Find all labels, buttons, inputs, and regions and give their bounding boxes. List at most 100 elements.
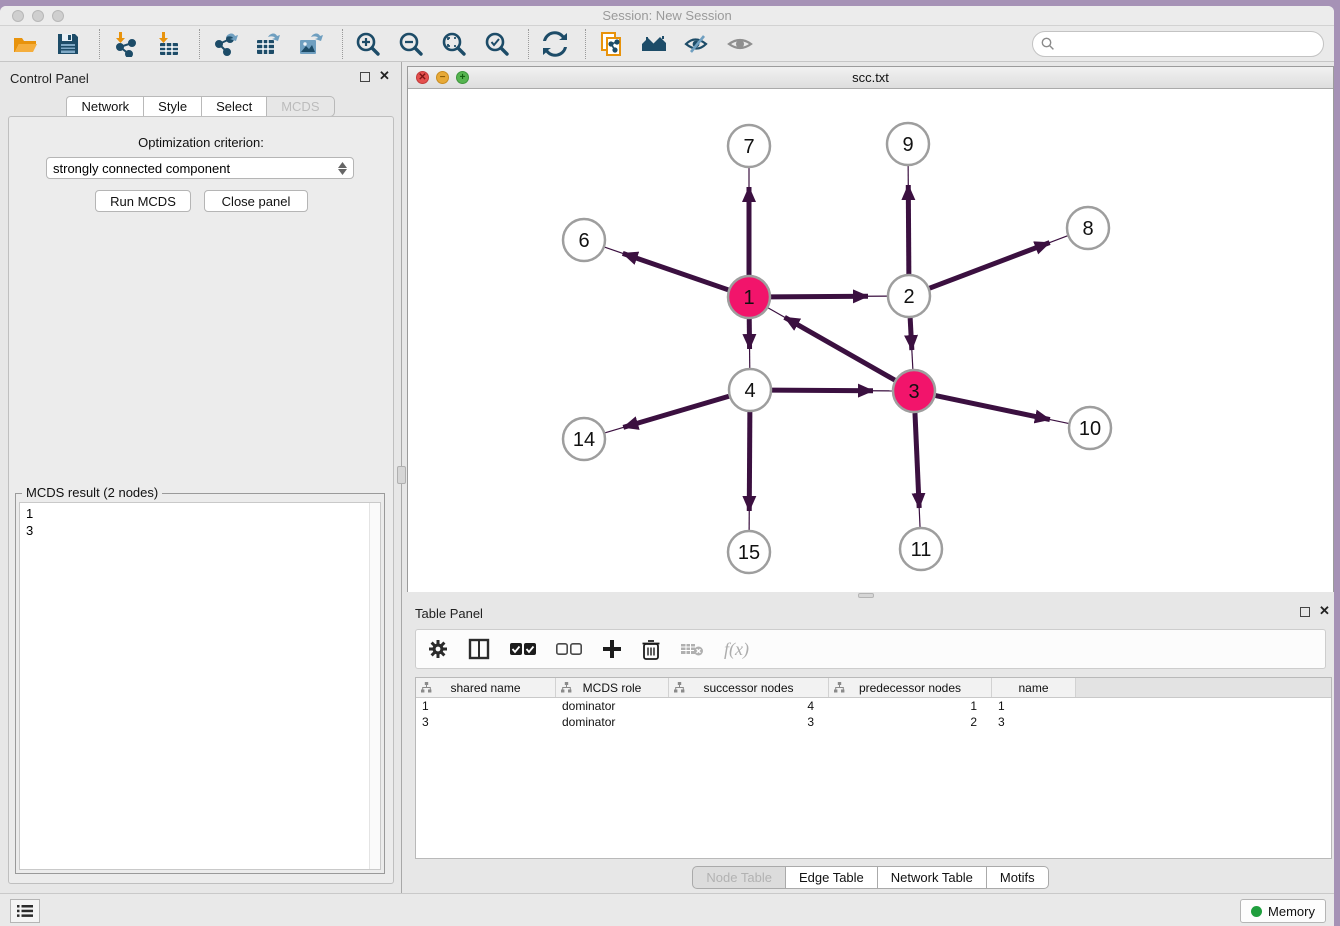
export-network-icon[interactable] [210,29,240,59]
network-canvas[interactable]: 7 9 6 8 1 2 4 3 14 10 15 11 [408,89,1333,592]
import-table-icon[interactable] [153,29,183,59]
cell-predecessor-nodes[interactable]: 1 [829,698,992,714]
column-header-successor-nodes[interactable]: successor nodes [669,678,829,697]
control-panel-title: Control Panel [10,71,89,86]
tab-motifs[interactable]: Motifs [986,866,1049,889]
splitter-grip[interactable] [397,466,406,484]
scrollbar[interactable] [369,503,380,869]
first-neighbors-icon[interactable] [639,29,669,59]
graph-node-9[interactable]: 9 [887,123,929,165]
zoom-selected-icon[interactable] [482,29,512,59]
node-table[interactable]: shared nameMCDS rolesuccessor nodesprede… [415,677,1332,859]
table-panel: Table Panel ✕ f(x) shared nameMCDS roles… [407,601,1334,893]
select-all-rows-icon[interactable] [510,642,536,656]
delete-table-icon[interactable] [680,641,704,657]
graph-node-11[interactable]: 11 [900,528,942,570]
cell-shared-name[interactable]: 3 [416,714,556,730]
memory-button[interactable]: Memory [1240,899,1326,923]
search-input[interactable] [1060,36,1315,51]
optimization-criterion-select[interactable]: strongly connected component [46,157,354,179]
cell-MCDS-role[interactable]: dominator [556,698,669,714]
apply-layout-icon[interactable] [539,29,569,59]
table-row[interactable]: 1dominator411 [416,698,1331,714]
add-column-icon[interactable] [602,639,622,659]
graph-edge-4-14[interactable] [605,396,729,433]
task-history-button[interactable] [10,899,40,923]
close-panel-icon[interactable]: ✕ [379,69,390,83]
graph-edge-4-15[interactable] [749,412,750,530]
search-icon [1041,37,1055,51]
zoom-out-icon[interactable] [396,29,426,59]
hide-selected-icon[interactable] [682,29,712,59]
cell-shared-name[interactable]: 1 [416,698,556,714]
import-network-icon[interactable] [110,29,140,59]
toolbar-separator [528,29,529,59]
tab-node-table[interactable]: Node Table [692,866,785,889]
cell-name[interactable]: 3 [992,714,1076,730]
column-header-predecessor-nodes[interactable]: predecessor nodes [829,678,992,697]
graph-node-7[interactable]: 7 [728,125,770,167]
table-toolbar: f(x) [415,629,1326,669]
open-session-icon[interactable] [10,29,40,59]
toolbar-separator [199,29,200,59]
graph-node-14[interactable]: 14 [563,418,605,460]
mcds-result-textarea[interactable]: 13 [19,502,381,870]
tab-mcds[interactable]: MCDS [266,96,334,117]
graph-edge-3-1[interactable] [768,308,895,380]
split-columns-icon[interactable] [468,638,490,660]
clear-selection-icon[interactable] [556,642,582,656]
cell-MCDS-role[interactable]: dominator [556,714,669,730]
graph-edge-1-4[interactable] [749,319,750,368]
cell-name[interactable]: 1 [992,698,1076,714]
graph-node-10[interactable]: 10 [1069,407,1111,449]
column-header-name[interactable]: name [992,678,1076,697]
tab-network[interactable]: Network [66,96,143,117]
float-table-panel-icon[interactable] [1300,607,1310,617]
table-settings-icon[interactable] [428,639,448,659]
clone-network-icon[interactable] [596,29,626,59]
svg-text:4: 4 [744,380,755,402]
zoom-fit-icon[interactable] [439,29,469,59]
close-table-panel-icon[interactable]: ✕ [1319,604,1330,618]
tab-edge-table[interactable]: Edge Table [785,866,877,889]
graph-edge-2-8[interactable] [930,236,1068,288]
graph-edge-3-10[interactable] [936,396,1069,424]
float-panel-icon[interactable] [360,72,370,82]
graph-node-1[interactable]: 1 [728,276,770,318]
column-header-MCDS-role[interactable]: MCDS role [556,678,669,697]
zoom-in-icon[interactable] [353,29,383,59]
graph-edge-4-3[interactable] [772,390,892,391]
show-all-icon[interactable] [725,29,755,59]
graph-node-15[interactable]: 15 [728,531,770,573]
cell-predecessor-nodes[interactable]: 2 [829,714,992,730]
column-header-shared-name[interactable]: shared name [416,678,556,697]
tab-style[interactable]: Style [143,96,201,117]
horizontal-splitter-grip[interactable] [858,593,874,598]
memory-status-icon [1251,906,1262,917]
network-view-title: scc.txt [408,70,1333,85]
graph-node-6[interactable]: 6 [563,219,605,261]
save-session-icon[interactable] [53,29,83,59]
close-panel-button[interactable]: Close panel [204,190,308,212]
graph-edge-2-3[interactable] [910,318,913,369]
graph-node-4[interactable]: 4 [729,369,771,411]
graph-edge-1-2[interactable] [771,296,887,297]
export-image-icon[interactable] [296,29,326,59]
cell-successor-nodes[interactable]: 3 [669,714,829,730]
table-row[interactable]: 3dominator323 [416,714,1331,730]
search-field[interactable] [1032,31,1324,57]
function-builder-icon[interactable]: f(x) [724,639,749,660]
graph-node-8[interactable]: 8 [1067,207,1109,249]
graph-edge-2-9[interactable] [908,166,909,274]
tab-network-table[interactable]: Network Table [877,866,986,889]
tab-select[interactable]: Select [201,96,266,117]
export-table-icon[interactable] [253,29,283,59]
optimization-criterion-value: strongly connected component [53,161,230,176]
graph-node-3[interactable]: 3 [893,370,935,412]
delete-column-icon[interactable] [642,639,660,660]
cell-successor-nodes[interactable]: 4 [669,698,829,714]
graph-edge-1-6[interactable] [605,247,728,290]
graph-edge-3-11[interactable] [915,413,920,527]
run-mcds-button[interactable]: Run MCDS [95,190,191,212]
graph-node-2[interactable]: 2 [888,275,930,317]
